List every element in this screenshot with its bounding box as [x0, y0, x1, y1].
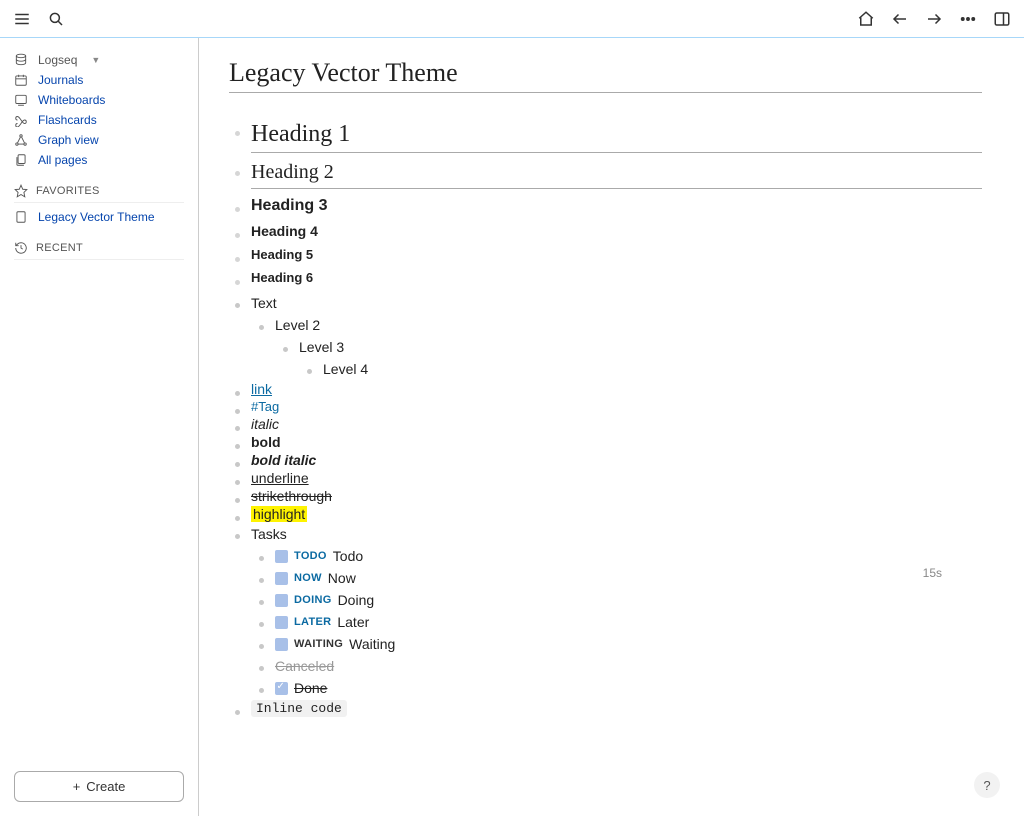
- checkbox-checked-icon[interactable]: [275, 682, 288, 695]
- checkbox-icon[interactable]: [275, 572, 288, 585]
- block-h4[interactable]: Heading 4: [233, 223, 982, 239]
- block-h1[interactable]: Heading 1: [233, 121, 982, 153]
- recent-header[interactable]: RECENT: [14, 237, 184, 260]
- plus-icon: +: [73, 779, 81, 794]
- block-highlight[interactable]: highlight: [233, 506, 982, 522]
- sidebar-item-label: All pages: [38, 153, 87, 167]
- create-button[interactable]: + Create: [14, 771, 184, 802]
- block-h6[interactable]: Heading 6: [233, 270, 982, 285]
- block-bold-italic[interactable]: bold italic: [233, 452, 982, 468]
- pages-icon: [14, 153, 28, 167]
- right-panel-icon[interactable]: [992, 9, 1012, 29]
- search-icon[interactable]: [46, 9, 66, 29]
- block-underline[interactable]: underline: [233, 470, 982, 486]
- block-strikethrough[interactable]: strikethrough: [233, 488, 982, 504]
- infinity-icon: [14, 113, 28, 127]
- checkbox-icon[interactable]: [275, 550, 288, 563]
- back-icon[interactable]: [890, 9, 910, 29]
- block-italic[interactable]: italic: [233, 416, 982, 432]
- sidebar-item-label: Whiteboards: [38, 93, 105, 107]
- sidebar-item-label: Journals: [38, 73, 83, 87]
- task-done[interactable]: Done: [257, 678, 982, 698]
- workspace-name: Logseq: [38, 53, 77, 67]
- graph-icon: [14, 133, 28, 147]
- task-later[interactable]: LATER Later: [257, 612, 982, 632]
- block-h2[interactable]: Heading 2: [233, 161, 982, 189]
- chevron-down-icon: ▼: [91, 55, 100, 65]
- block-tasks[interactable]: Tasks: [233, 524, 982, 544]
- checkbox-icon[interactable]: [275, 616, 288, 629]
- forward-icon[interactable]: [924, 9, 944, 29]
- sidebar-item-journals[interactable]: Journals: [14, 70, 184, 90]
- block-level2[interactable]: Level 2: [257, 315, 982, 335]
- task-canceled[interactable]: Canceled: [257, 656, 982, 676]
- workspace-selector[interactable]: Logseq ▼: [14, 50, 184, 70]
- history-icon: [14, 241, 28, 255]
- more-icon[interactable]: [958, 9, 978, 29]
- task-waiting[interactable]: WAITING Waiting: [257, 634, 982, 654]
- checkbox-icon[interactable]: [275, 638, 288, 651]
- sidebar-item-label: Flashcards: [38, 113, 97, 127]
- favorite-item[interactable]: Legacy Vector Theme: [14, 207, 184, 227]
- block-tag[interactable]: #Tag: [233, 399, 982, 414]
- block-bold[interactable]: bold: [233, 434, 982, 450]
- home-icon[interactable]: [856, 9, 876, 29]
- main-content: Legacy Vector Theme Heading 1 Heading 2 …: [199, 38, 1024, 816]
- sidebar-item-graph[interactable]: Graph view: [14, 130, 184, 150]
- sidebar-item-whiteboards[interactable]: Whiteboards: [14, 90, 184, 110]
- favorite-label: Legacy Vector Theme: [38, 210, 155, 224]
- favorites-header[interactable]: FAVORITES: [14, 180, 184, 203]
- task-now[interactable]: NOW Now: [257, 568, 982, 588]
- help-button[interactable]: ?: [974, 772, 1000, 798]
- block-link[interactable]: link: [233, 381, 982, 397]
- calendar-icon: [14, 73, 28, 87]
- sidebar-item-allpages[interactable]: All pages: [14, 150, 184, 170]
- task-doing[interactable]: DOING Doing: [257, 590, 982, 610]
- page-icon: [14, 210, 28, 224]
- sidebar-item-label: Graph view: [38, 133, 99, 147]
- block-h5[interactable]: Heading 5: [233, 247, 982, 262]
- menu-icon[interactable]: [12, 9, 32, 29]
- page-title[interactable]: Legacy Vector Theme: [229, 58, 982, 93]
- block-inline-code[interactable]: Inline code: [233, 700, 982, 716]
- block-level3[interactable]: Level 3: [281, 337, 982, 357]
- checkbox-icon[interactable]: [275, 594, 288, 607]
- block-level4[interactable]: Level 4: [305, 359, 982, 379]
- block-h3[interactable]: Heading 3: [233, 197, 982, 215]
- star-icon: [14, 184, 28, 198]
- block-text[interactable]: Text: [233, 293, 982, 313]
- task-todo[interactable]: TODO Todo 15s: [257, 546, 982, 566]
- whiteboard-icon: [14, 93, 28, 107]
- database-icon: [14, 53, 28, 67]
- sidebar-item-flashcards[interactable]: Flashcards: [14, 110, 184, 130]
- top-bar: [0, 0, 1024, 38]
- sidebar: Logseq ▼ Journals Whiteboards Flashcards: [0, 38, 199, 816]
